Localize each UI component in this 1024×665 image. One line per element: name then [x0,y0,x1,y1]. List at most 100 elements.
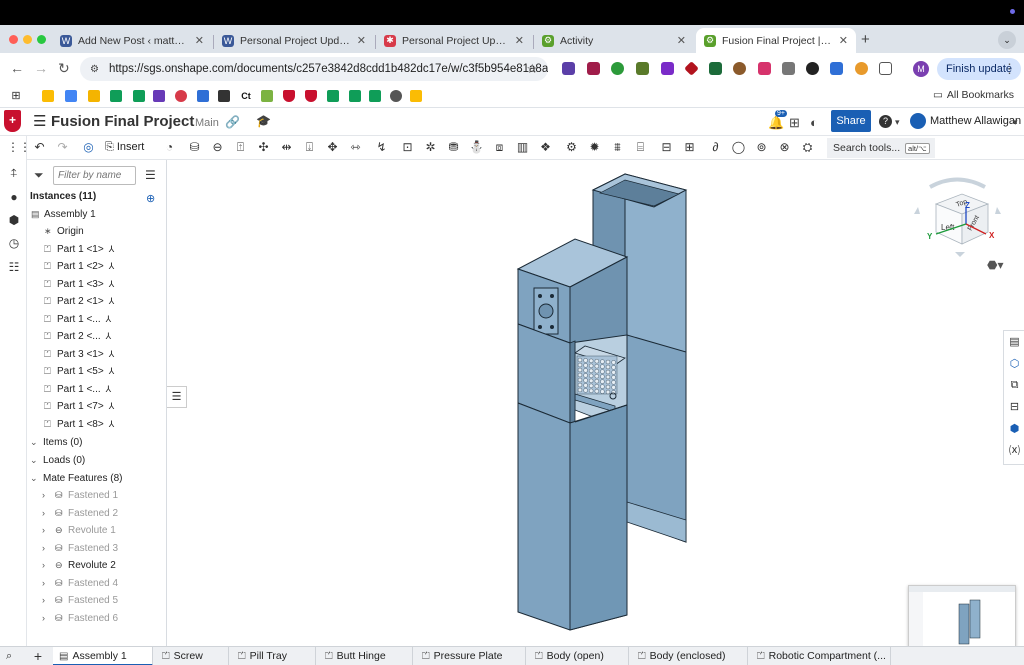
insert-button[interactable]: ⎘ Insert [105,139,144,156]
interference-icon[interactable]: ⊗ [777,140,792,155]
slider-mate-icon[interactable]: ⍐ [233,140,248,155]
sheets-icon[interactable] [349,90,361,102]
instance-row[interactable]: ⏍ Part 1 <2> ⅄ [27,258,167,275]
extension-icon[interactable] [611,62,624,75]
instance-row[interactable]: ⏍ Part 1 <5> ⅄ [27,363,167,380]
extension-icon[interactable] [758,62,771,75]
tab-search-chevron-icon[interactable]: ⌄ [998,31,1016,49]
extension-icon[interactable] [782,62,795,75]
insert-parts-icon[interactable]: ⍏ [7,166,21,180]
drive-icon[interactable] [42,90,54,102]
sheets-icon[interactable] [110,90,122,102]
filter-funnel-icon[interactable]: ⏷ [34,168,44,183]
app-store-icon[interactable]: ⊞ [789,115,800,131]
shield-icon[interactable] [305,90,317,102]
instance-row[interactable]: ⏍ Part 1 <... ⅄ [27,311,167,328]
extensions-puzzle-icon[interactable] [879,62,892,75]
sheets-icon[interactable] [369,90,381,102]
branch-label[interactable]: Main [195,117,219,129]
mate-row[interactable]: › ⊖ Revolute 1 [27,522,167,539]
linear-relation-icon[interactable]: ⧈ [492,140,507,155]
named-positions-icon[interactable]: ⩩ [610,140,625,155]
extension-icon[interactable] [830,62,843,75]
instance-row[interactable]: ⏍ Part 1 <3> ⅄ [27,276,167,293]
tab-pressure-plate[interactable]: ⏍ Pressure Plate [416,647,526,665]
display-state-icon[interactable]: ⊚ [754,140,769,155]
extension-icon[interactable] [733,62,746,75]
user-avatar[interactable] [910,113,926,129]
tab-robotic-compartment[interactable]: ⏍ Robotic Compartment (... [751,647,891,665]
mate-features-section[interactable]: ⌄ Mate Features (8) [27,470,167,487]
add-tab-button[interactable]: + [27,647,49,665]
sketch-icon[interactable]: ∂ [708,140,723,155]
bookmark-star-icon[interactable]: ☆ [526,61,538,77]
document-title[interactable]: Fusion Final Project [51,113,194,130]
view-cube[interactable]: Top Left Front Z X Y [910,172,1005,272]
close-tab-icon[interactable]: ✕ [357,34,366,47]
mate-connector-icon[interactable]: ⊡ [400,140,415,155]
mate-row[interactable]: › ⛁ Fastened 5 [27,592,167,609]
render-icon[interactable]: ⬢ [1008,423,1021,436]
extension-icon[interactable] [709,62,722,75]
close-window-button[interactable] [9,35,18,44]
explode-icon[interactable]: ⚙ [564,140,579,155]
tangent-mate-icon[interactable]: ↯ [374,140,389,155]
onshape-shield-logo[interactable]: + [4,110,21,132]
globe-icon[interactable] [390,90,402,102]
instance-row[interactable]: ⏍ Part 1 <8> ⅄ [27,416,167,433]
tab-thumbnail-preview[interactable] [908,585,1016,647]
replicate-icon[interactable]: ◔ [162,140,177,155]
docs-icon[interactable] [65,90,77,102]
filter-input[interactable] [53,166,136,185]
minimize-window-button[interactable] [23,35,32,44]
close-tab-icon[interactable]: ✕ [195,34,204,47]
extension-icon[interactable] [661,62,674,75]
bookmark-icon[interactable] [218,90,230,102]
bookmark-ct-icon[interactable]: Ct [239,90,253,102]
appearance-icon[interactable]: ⬢ [7,213,21,227]
extension-icon[interactable] [587,62,600,75]
feature-tree-icon[interactable]: ⋮⋮ [7,140,31,154]
mate-row[interactable]: › ⛁ Fastened 1 [27,487,167,504]
planar-mate-icon[interactable]: ✣ [256,140,271,155]
configuration-icon[interactable]: ⧉ [1008,379,1021,392]
mate-row[interactable]: › ⛁ Fastened 6 [27,610,167,627]
graphics-viewport[interactable]: Top Left Front Z X Y ⬣▾ [167,160,1024,646]
hamburger-menu-icon[interactable]: ☰ [33,112,46,130]
slides-icon[interactable] [88,90,100,102]
link-icon[interactable]: 🔗 [225,115,240,129]
bookmark-icon[interactable] [175,90,187,102]
mate-row[interactable]: › ⛁ Fastened 2 [27,505,167,522]
undo-icon[interactable]: ↶ [32,140,47,155]
apps-grid-icon[interactable]: ⊞ [10,90,22,102]
instance-row[interactable]: ⏍ Part 3 <1> ⅄ [27,346,167,363]
forward-arrow-icon[interactable]: → [34,60,48,76]
instance-row[interactable]: ⏍ Part 1 <7> ⅄ [27,398,167,415]
tab-pill-tray[interactable]: ⏍ Pill Tray [232,647,316,665]
forms-icon[interactable] [153,90,165,102]
mate-row[interactable]: › ⛁ Fastened 4 [27,575,167,592]
parallel-mate-icon[interactable]: ⇿ [348,140,363,155]
close-tab-icon[interactable]: ✕ [839,34,848,47]
simulation-icon[interactable]: ⛭ [800,140,815,155]
expand-list-icon[interactable]: ☰ [167,386,187,408]
pin-slot-mate-icon[interactable]: ⍗ [302,140,317,155]
zoom-window-button[interactable] [37,35,46,44]
sheets-icon[interactable] [327,90,339,102]
search-parts-icon[interactable]: ⌕ [6,650,12,663]
loads-section[interactable]: ⌄ Loads (0) [27,452,167,469]
instance-row[interactable]: ⏍ Part 1 <... ⅄ [27,381,167,398]
drive-icon[interactable] [410,90,422,102]
screw-relation-icon[interactable]: ⛄ [469,140,484,155]
reload-icon[interactable]: ↻ [58,60,70,77]
instance-row[interactable]: ⏍ Part 2 <... ⅄ [27,328,167,345]
properties-icon[interactable]: ▤ [1008,336,1021,349]
orbit-arc[interactable] [929,177,986,189]
appearance-cube-icon[interactable]: ⬡ [1008,358,1021,371]
gear-relation-icon[interactable]: ✲ [423,140,438,155]
variables-icon[interactable]: ⒳ [1008,445,1021,458]
redo-icon[interactable]: ↷ [55,140,70,155]
new-tab-plus-icon[interactable]: + [861,31,870,48]
extension-icon[interactable] [636,62,649,75]
all-bookmarks-link[interactable]: ▭ All Bookmarks [933,89,1014,101]
